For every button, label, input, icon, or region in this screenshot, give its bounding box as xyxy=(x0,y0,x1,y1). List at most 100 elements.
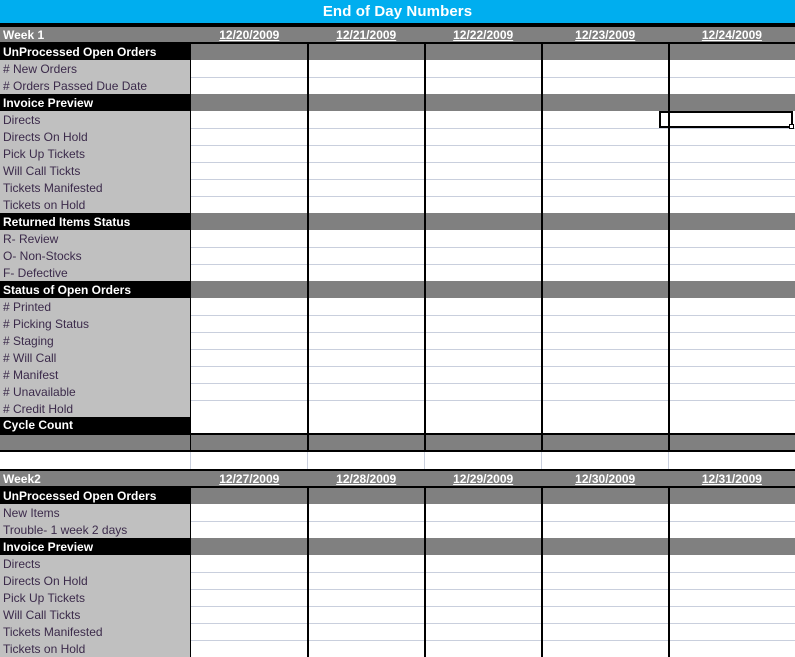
data-cell[interactable] xyxy=(667,349,795,367)
data-cell[interactable] xyxy=(423,640,542,657)
data-cell[interactable] xyxy=(306,94,425,111)
column-header-date[interactable]: 12/20/2009 xyxy=(190,25,308,44)
data-cell[interactable] xyxy=(190,247,308,265)
data-cell[interactable] xyxy=(667,196,795,213)
data-cell[interactable] xyxy=(423,504,542,522)
data-cell[interactable] xyxy=(190,230,308,248)
data-cell[interactable] xyxy=(540,332,669,350)
data-cell[interactable] xyxy=(667,43,795,60)
data-cell[interactable] xyxy=(540,128,669,146)
data-cell[interactable] xyxy=(423,383,542,401)
data-cell[interactable] xyxy=(306,433,425,452)
data-cell[interactable] xyxy=(667,247,795,265)
data-cell[interactable] xyxy=(306,555,425,573)
data-cell[interactable] xyxy=(190,640,308,657)
data-cell[interactable] xyxy=(423,521,542,538)
data-cell[interactable] xyxy=(306,606,425,624)
data-cell[interactable] xyxy=(190,264,308,281)
data-cell[interactable] xyxy=(667,264,795,281)
data-cell[interactable] xyxy=(190,281,308,298)
data-cell[interactable] xyxy=(423,572,542,590)
data-cell[interactable] xyxy=(540,640,669,657)
data-cell[interactable] xyxy=(423,111,542,129)
data-cell[interactable] xyxy=(667,623,795,641)
data-cell[interactable] xyxy=(667,383,795,401)
data-cell[interactable] xyxy=(423,43,542,60)
data-cell[interactable] xyxy=(423,487,542,504)
data-cell[interactable] xyxy=(306,383,425,401)
column-header-date[interactable]: 12/28/2009 xyxy=(307,469,425,488)
data-cell[interactable] xyxy=(540,230,669,248)
data-cell[interactable] xyxy=(190,538,308,555)
data-cell[interactable] xyxy=(306,162,425,180)
data-cell[interactable] xyxy=(423,349,542,367)
data-cell[interactable] xyxy=(306,145,425,163)
data-cell[interactable] xyxy=(190,162,308,180)
data-cell[interactable] xyxy=(306,332,425,350)
data-cell[interactable] xyxy=(306,521,425,538)
data-cell[interactable] xyxy=(423,417,542,434)
data-cell[interactable] xyxy=(306,623,425,641)
data-cell[interactable] xyxy=(667,433,795,452)
data-cell[interactable] xyxy=(540,487,669,504)
data-cell[interactable] xyxy=(190,298,308,316)
data-cell[interactable] xyxy=(423,128,542,146)
data-cell[interactable] xyxy=(190,111,308,129)
data-cell[interactable] xyxy=(667,400,795,417)
data-cell[interactable] xyxy=(540,383,669,401)
data-cell[interactable] xyxy=(540,366,669,384)
data-cell[interactable] xyxy=(306,77,425,94)
data-cell[interactable] xyxy=(306,417,425,434)
data-cell[interactable] xyxy=(423,264,542,281)
data-cell[interactable] xyxy=(540,538,669,555)
data-cell[interactable] xyxy=(423,400,542,417)
data-cell[interactable] xyxy=(668,452,795,469)
data-cell[interactable] xyxy=(306,111,425,129)
data-cell[interactable] xyxy=(667,162,795,180)
data-cell[interactable] xyxy=(423,298,542,316)
data-cell[interactable] xyxy=(190,60,308,78)
data-cell[interactable] xyxy=(190,315,308,333)
data-cell[interactable] xyxy=(423,230,542,248)
data-cell[interactable] xyxy=(540,589,669,607)
data-cell[interactable] xyxy=(667,60,795,78)
data-cell[interactable] xyxy=(306,315,425,333)
data-cell[interactable] xyxy=(667,281,795,298)
data-cell[interactable] xyxy=(306,230,425,248)
data-cell[interactable] xyxy=(667,504,795,522)
data-cell[interactable] xyxy=(306,504,425,522)
column-header-date[interactable]: 12/27/2009 xyxy=(190,469,308,488)
data-cell[interactable] xyxy=(423,589,542,607)
column-header-date[interactable]: 12/24/2009 xyxy=(668,25,795,44)
data-cell[interactable] xyxy=(190,400,308,417)
data-cell[interactable] xyxy=(667,572,795,590)
data-cell[interactable] xyxy=(540,623,669,641)
column-header-date[interactable]: 12/31/2009 xyxy=(668,469,795,488)
data-cell[interactable] xyxy=(540,77,669,94)
data-cell[interactable] xyxy=(540,281,669,298)
data-cell[interactable] xyxy=(190,383,308,401)
data-cell[interactable] xyxy=(423,555,542,573)
data-cell[interactable] xyxy=(540,179,669,197)
data-cell[interactable] xyxy=(540,213,669,230)
data-cell[interactable] xyxy=(667,77,795,94)
data-cell[interactable] xyxy=(540,572,669,590)
data-cell[interactable] xyxy=(190,606,308,624)
data-cell[interactable] xyxy=(423,60,542,78)
data-cell[interactable] xyxy=(667,332,795,350)
data-cell[interactable] xyxy=(540,433,669,452)
data-cell[interactable] xyxy=(423,433,542,452)
data-cell[interactable] xyxy=(190,417,308,434)
data-cell[interactable] xyxy=(423,366,542,384)
data-cell[interactable] xyxy=(667,366,795,384)
data-cell[interactable] xyxy=(306,247,425,265)
data-cell[interactable] xyxy=(667,589,795,607)
column-header-date[interactable]: 12/29/2009 xyxy=(424,469,542,488)
data-cell[interactable] xyxy=(667,521,795,538)
data-cell[interactable] xyxy=(190,332,308,350)
data-cell[interactable] xyxy=(423,145,542,163)
data-cell[interactable] xyxy=(190,366,308,384)
data-cell[interactable] xyxy=(541,452,669,469)
data-cell[interactable] xyxy=(423,538,542,555)
data-cell[interactable] xyxy=(190,145,308,163)
